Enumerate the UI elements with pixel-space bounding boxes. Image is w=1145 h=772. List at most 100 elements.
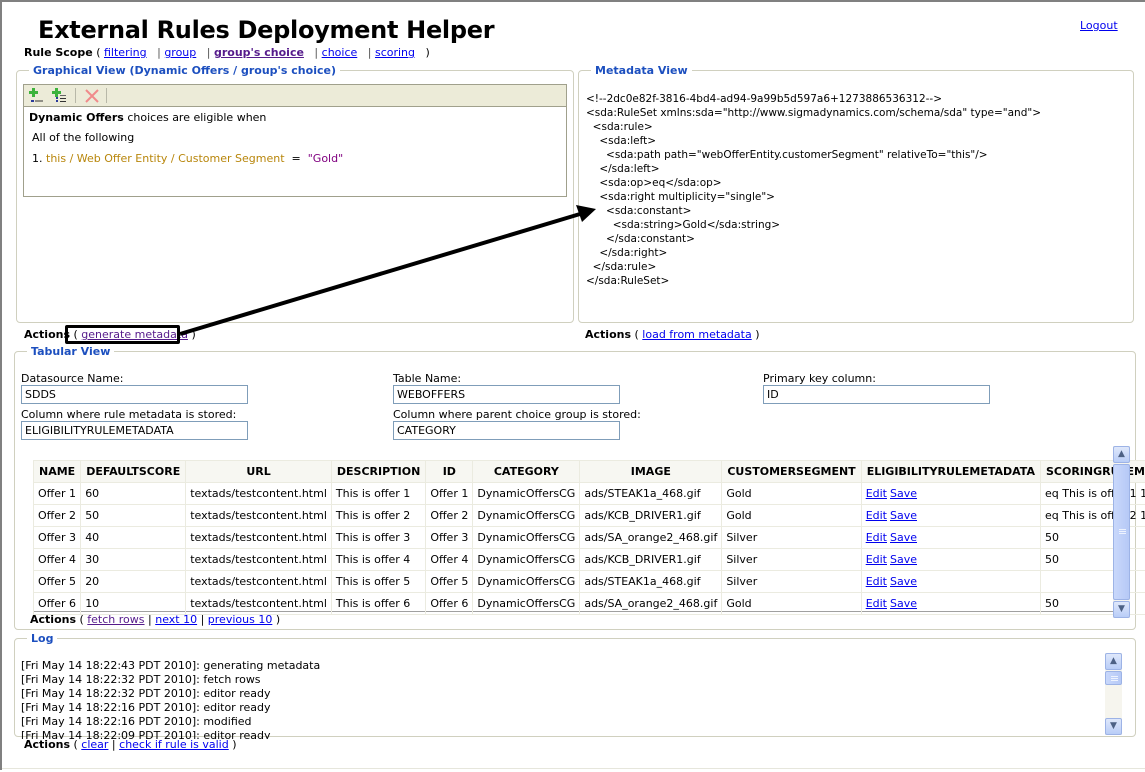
- scope-groups-choice-link[interactable]: group's choice: [214, 46, 304, 59]
- cell-name: Offer 1: [34, 483, 81, 505]
- parent-column-label: Column where parent choice group is stor…: [393, 408, 641, 421]
- log-line: [Fri May 14 18:22:16 PDT 2010]: editor r…: [21, 701, 1101, 715]
- scroll-down-icon[interactable]: ▼: [1113, 601, 1130, 618]
- column-header-eligibilityrulemetadata: ELIGIBILITYRULEMETADATA: [861, 461, 1040, 483]
- cell-id: Offer 2: [426, 505, 473, 527]
- tabular-actions: Actions ( fetch rows | next 10 | previou…: [30, 613, 280, 626]
- condition-path[interactable]: this / Web Offer Entity / Customer Segme…: [46, 152, 285, 165]
- scroll-up-icon[interactable]: ▲: [1113, 446, 1130, 463]
- parent-column-input[interactable]: [393, 421, 620, 440]
- table-row[interactable]: Offer 340textads/testcontent.htmlThis is…: [34, 527, 1145, 549]
- edit-rule-link[interactable]: Edit: [866, 597, 887, 610]
- table-scrollbar[interactable]: ▲ ▼: [1113, 446, 1130, 618]
- cell-url: textads/testcontent.html: [186, 549, 332, 571]
- cell-category: DynamicOffersCG: [473, 527, 580, 549]
- scroll-down-icon[interactable]: ▼: [1105, 718, 1122, 735]
- column-header-name: NAME: [34, 461, 81, 483]
- logout-link[interactable]: Logout: [1080, 19, 1118, 32]
- cell-description: This is offer 3: [331, 527, 425, 549]
- table-name-input[interactable]: [393, 385, 620, 404]
- xml-line: </sda:right>: [586, 246, 1041, 260]
- add-condition-icon[interactable]: [28, 87, 46, 105]
- log-scrollbar[interactable]: ▲ ▼: [1105, 653, 1122, 735]
- condition-value[interactable]: "Gold": [308, 152, 343, 165]
- rule-column-input[interactable]: [21, 421, 248, 440]
- cell-category: DynamicOffersCG: [473, 571, 580, 593]
- cell-customersegment: Gold: [722, 593, 861, 615]
- clear-log-link[interactable]: clear: [81, 738, 108, 751]
- cell-defaultscore: 60: [81, 483, 186, 505]
- rule-scope-label: Rule Scope: [24, 46, 93, 59]
- table-row[interactable]: Offer 160textads/testcontent.htmlThis is…: [34, 483, 1145, 505]
- log-line: [Fri May 14 18:22:43 PDT 2010]: generati…: [21, 659, 1101, 673]
- fetch-rows-link[interactable]: fetch rows: [87, 613, 144, 626]
- log-legend: Log: [27, 632, 57, 645]
- rule-scope-nav: Rule Scope ( filtering | group | group's…: [24, 46, 430, 59]
- metadata-xml[interactable]: <!--2dc0e82f-3816-4bd4-ad94-9a99b5d597a6…: [586, 92, 1041, 288]
- scroll-up-icon[interactable]: ▲: [1105, 653, 1122, 670]
- column-header-customersegment: CUSTOMERSEGMENT: [722, 461, 861, 483]
- cell-description: This is offer 6: [331, 593, 425, 615]
- scroll-thumb[interactable]: [1113, 464, 1130, 600]
- cell-eligibilityrulemetadata: EditSave: [861, 593, 1040, 615]
- actions-label: Actions: [30, 613, 76, 626]
- page-bottom-divider: [2, 768, 1145, 769]
- save-rule-link[interactable]: Save: [890, 487, 917, 500]
- save-rule-link[interactable]: Save: [890, 509, 917, 522]
- toolbar-divider: [106, 88, 107, 103]
- xml-line: <sda:path path="webOfferEntity.customerS…: [586, 148, 1041, 162]
- edit-rule-link[interactable]: Edit: [866, 487, 887, 500]
- table-row[interactable]: Offer 610textads/testcontent.htmlThis is…: [34, 593, 1145, 615]
- datasource-input[interactable]: [21, 385, 248, 404]
- edit-rule-link[interactable]: Edit: [866, 509, 887, 522]
- table-row[interactable]: Offer 250textads/testcontent.htmlThis is…: [34, 505, 1145, 527]
- scope-group-link[interactable]: group: [164, 46, 196, 59]
- cell-eligibilityrulemetadata: EditSave: [861, 571, 1040, 593]
- actions-label: Actions: [24, 738, 70, 751]
- save-rule-link[interactable]: Save: [890, 575, 917, 588]
- scope-scoring-link[interactable]: scoring: [375, 46, 415, 59]
- column-header-description: DESCRIPTION: [331, 461, 425, 483]
- scope-choice-link[interactable]: choice: [322, 46, 358, 59]
- next-10-link[interactable]: next 10: [155, 613, 197, 626]
- rule-editor[interactable]: Dynamic Offers choices are eligible when…: [23, 106, 567, 197]
- check-rule-valid-link[interactable]: check if rule is valid: [119, 738, 229, 751]
- cell-image: ads/STEAK1a_468.gif: [580, 483, 722, 505]
- tabular-view-panel: Tabular View Datasource Name: Table Name…: [14, 345, 1136, 630]
- table-row[interactable]: Offer 4 30textads/testcontent.htmlThis is…: [34, 549, 1145, 571]
- cell-image: ads/STEAK1a_468.gif: [580, 571, 722, 593]
- primary-key-input[interactable]: [763, 385, 990, 404]
- cell-defaultscore: 30: [81, 549, 186, 571]
- table-row[interactable]: Offer 520textads/testcontent.htmlThis is…: [34, 571, 1145, 593]
- cell-description: This is offer 1: [331, 483, 425, 505]
- condition-operator[interactable]: =: [292, 152, 301, 165]
- scope-filtering-link[interactable]: filtering: [104, 46, 147, 59]
- column-header-category: CATEGORY: [473, 461, 580, 483]
- cell-defaultscore: 10: [81, 593, 186, 615]
- save-rule-link[interactable]: Save: [890, 553, 917, 566]
- edit-rule-link[interactable]: Edit: [866, 553, 887, 566]
- edit-rule-link[interactable]: Edit: [866, 531, 887, 544]
- log-output[interactable]: [Fri May 14 18:22:43 PDT 2010]: generati…: [21, 659, 1101, 739]
- previous-10-link[interactable]: previous 10: [208, 613, 273, 626]
- log-panel: Log [Fri May 14 18:22:43 PDT 2010]: gene…: [14, 632, 1136, 737]
- load-from-metadata-link[interactable]: load from metadata: [642, 328, 751, 341]
- edit-rule-link[interactable]: Edit: [866, 575, 887, 588]
- cell-id: Offer 4: [426, 549, 473, 571]
- save-rule-link[interactable]: Save: [890, 597, 917, 610]
- cell-eligibilityrulemetadata: EditSave: [861, 505, 1040, 527]
- log-line: [Fri May 14 18:22:32 PDT 2010]: editor r…: [21, 687, 1101, 701]
- add-numbered-condition-icon[interactable]: [51, 87, 69, 105]
- save-rule-link[interactable]: Save: [890, 531, 917, 544]
- scroll-thumb[interactable]: [1105, 671, 1122, 685]
- page-title: External Rules Deployment Helper: [38, 16, 494, 44]
- condition-row[interactable]: 1. this / Web Offer Entity / Customer Se…: [32, 152, 343, 165]
- eligible-text: choices are eligible when: [127, 111, 266, 124]
- column-header-image: IMAGE: [580, 461, 722, 483]
- group-operator[interactable]: All of the following: [32, 131, 134, 144]
- cell-id: Offer 6: [426, 593, 473, 615]
- cell-description: This is offer 4: [331, 549, 425, 571]
- delete-icon[interactable]: [83, 87, 101, 105]
- rule-editor-toolbar: [23, 84, 567, 106]
- graphical-view-legend: Graphical View (Dynamic Offers / group's…: [29, 64, 340, 77]
